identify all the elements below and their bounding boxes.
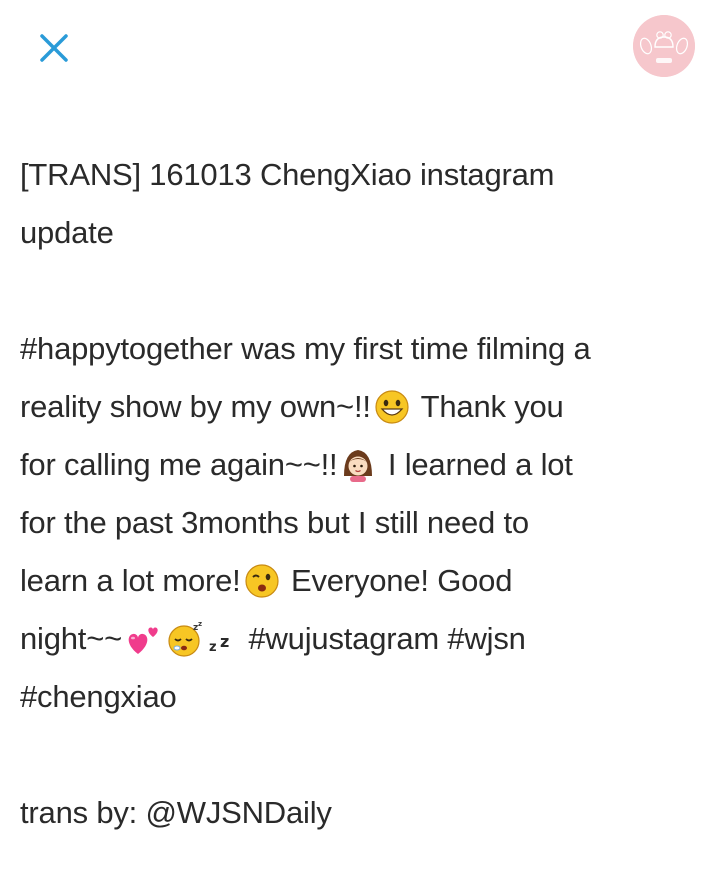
post-body-text: Thank you (412, 389, 564, 424)
post-body-line-2: reality show by my own~!! Thank you (20, 378, 710, 436)
post-body-line-4: for the past 3months but I still need to (20, 505, 529, 540)
post-body-text: reality show by my own~!! (20, 389, 371, 424)
post-title-line-1: [TRANS] 161013 ChengXiao instagram (20, 157, 555, 192)
post-text: [TRANS] 161013 ChengXiao instagram updat… (20, 146, 710, 842)
post-body-text: #wujustagram #wjsn (240, 621, 526, 656)
svg-text:z: z (198, 620, 202, 628)
profile-avatar[interactable] (633, 15, 695, 77)
post-body-text: night~~ (20, 621, 123, 656)
post-body-line-3: for calling me again~~!! I learned a lot (20, 436, 710, 494)
post-credit: trans by: @WJSNDaily (20, 795, 332, 830)
post-title-line-2: update (20, 215, 114, 250)
post-body-text: for calling me again~~!! (20, 447, 338, 482)
girl-emoji (339, 446, 377, 484)
winking-face-emoji (243, 562, 281, 600)
svg-text:z: z (209, 640, 216, 655)
close-button[interactable] (34, 28, 74, 68)
post-body-line-5: learn a lot more! Everyone! Good (20, 552, 710, 610)
post-body-line-7: #chengxiao (20, 679, 177, 714)
post-body-line-1: #happytogether was my first time filming… (20, 331, 591, 366)
post-body-text: Everyone! Good (282, 563, 513, 598)
post-body-line-6: night~~ z z z z #wujustagram #wjsn (20, 610, 710, 668)
sleeping-face-emoji: z z (166, 620, 204, 658)
svg-text:z: z (220, 632, 229, 651)
profile-avatar-icon (633, 15, 695, 77)
close-icon (40, 34, 68, 62)
zzz-emoji: z z (208, 620, 238, 658)
two-hearts-emoji (124, 620, 162, 658)
post-body-text: I learned a lot (379, 447, 573, 482)
post-body-text: learn a lot more! (20, 563, 241, 598)
grinning-face-emoji (373, 388, 411, 426)
